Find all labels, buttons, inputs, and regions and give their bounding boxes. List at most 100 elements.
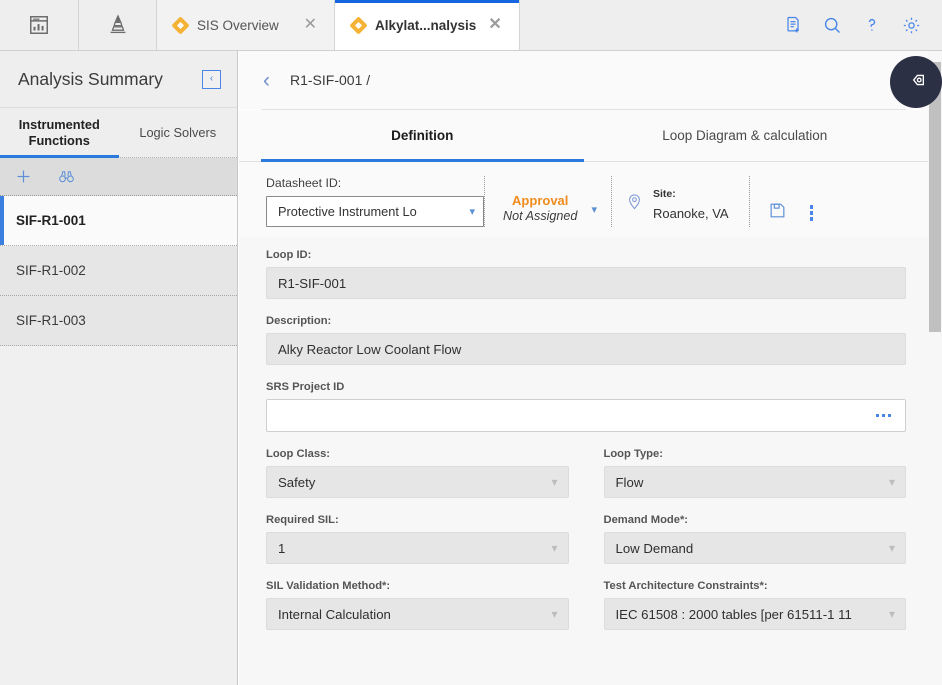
- list-item-label: SIF-R1-001: [16, 213, 86, 228]
- datasheet-actions: [750, 201, 821, 227]
- chevron-down-icon[interactable]: ▾: [585, 203, 597, 216]
- diamond-icon: [351, 18, 366, 33]
- chevron-down-icon: ▾: [469, 206, 475, 218]
- tab-label: Alkylat...nalysis: [375, 17, 477, 33]
- tab-label: Definition: [391, 128, 454, 143]
- dashboard-icon[interactable]: [0, 0, 79, 50]
- diamond-icon: [173, 18, 188, 33]
- sidebar-toolbar: [0, 158, 237, 196]
- field-row-validation-architecture: SIL Validation Method*: Internal Calcula…: [266, 580, 906, 646]
- field-row-class-type: Loop Class: Safety ▾ Loop Type: Flow ▾: [266, 448, 906, 514]
- form-fields: Loop ID: R1-SIF-001 Description: Alky Re…: [239, 237, 928, 646]
- approval-title: Approval: [512, 193, 569, 209]
- field-value: Alky Reactor Low Coolant Flow: [278, 341, 462, 357]
- close-icon[interactable]: ✕: [301, 15, 320, 35]
- sidebar-item-sif-r1-003[interactable]: SIF-R1-003: [0, 296, 237, 346]
- demand-mode-select[interactable]: Low Demand ▾: [603, 532, 906, 564]
- field-loop-type: Loop Type: Flow ▾: [603, 448, 906, 498]
- vertical-scrollbar[interactable]: [928, 51, 942, 685]
- sidebar-tab-logic-solvers[interactable]: Logic Solvers: [119, 108, 238, 157]
- search-icon[interactable]: [822, 15, 843, 36]
- sidebar-item-sif-r1-002[interactable]: SIF-R1-002: [0, 246, 237, 296]
- sidebar-tabs: Instrumented Functions Logic Solvers: [0, 108, 237, 158]
- site-value: Roanoke, VA: [652, 206, 729, 222]
- datasheet-toolbar: Datasheet ID: Protective Instrument Lo ▾…: [239, 162, 928, 237]
- loop-class-select[interactable]: Safety ▾: [266, 466, 569, 498]
- left-sidebar: Analysis Summary ‹ Instrumented Function…: [0, 51, 238, 685]
- tab-label: SIS Overview: [197, 17, 279, 33]
- chevron-down-icon: ▾: [888, 541, 895, 555]
- field-required-sil: Required SIL: 1 ▾: [266, 514, 569, 564]
- srs-project-id-input[interactable]: [266, 399, 906, 432]
- field-value: Internal Calculation: [278, 606, 391, 622]
- field-srs-project-id: SRS Project ID: [266, 381, 906, 432]
- approval-status: Not Assigned: [503, 209, 578, 224]
- datasheet-id-select[interactable]: Protective Instrument Lo ▾: [266, 196, 484, 227]
- datasheet-id-label: Datasheet ID:: [266, 176, 342, 190]
- loop-id-input[interactable]: R1-SIF-001: [266, 267, 906, 299]
- field-value: Flow: [615, 474, 644, 490]
- datasheet-id-group: Datasheet ID: Protective Instrument Lo ▾: [266, 176, 484, 227]
- loop-type-select[interactable]: Flow ▾: [603, 466, 906, 498]
- feedback-fab-button[interactable]: [890, 56, 942, 108]
- field-row-sil-demand: Required SIL: 1 ▾ Demand Mode*: Low Dema…: [266, 514, 906, 580]
- chevron-down-icon: ▾: [551, 475, 558, 489]
- field-label: Loop Type:: [603, 448, 663, 460]
- sidebar-tab-label: Logic Solvers: [139, 124, 217, 140]
- help-pointer-icon: [905, 69, 927, 96]
- site-label: Site:: [652, 188, 676, 201]
- sil-validation-method-select[interactable]: Internal Calculation ▾: [266, 598, 569, 630]
- close-icon[interactable]: ✕: [485, 15, 504, 35]
- list-item-label: SIF-R1-003: [16, 313, 86, 328]
- pyramid-icon[interactable]: [79, 0, 157, 50]
- field-loop-class: Loop Class: Safety ▾: [266, 448, 569, 498]
- field-demand-mode: Demand Mode*: Low Demand ▾: [603, 514, 906, 564]
- field-label: Description:: [266, 315, 332, 327]
- settings-icon[interactable]: [901, 15, 922, 36]
- definition-form: Datasheet ID: Protective Instrument Lo ▾…: [239, 162, 928, 685]
- binoculars-icon[interactable]: [57, 167, 76, 186]
- tab-definition[interactable]: Definition: [261, 110, 584, 162]
- chevron-down-icon: ▾: [551, 607, 558, 621]
- required-sil-select[interactable]: 1 ▾: [266, 532, 569, 564]
- field-test-architecture-constraints: Test Architecture Constraints*: IEC 6150…: [603, 580, 906, 630]
- sidebar-tab-label: Instrumented Functions: [18, 116, 100, 148]
- tab-label: Loop Diagram & calculation: [662, 128, 828, 143]
- field-label: Test Architecture Constraints*:: [603, 580, 768, 592]
- datasheet-more-menu-icon[interactable]: [807, 202, 817, 224]
- topbar-actions: [783, 0, 942, 50]
- tab-loop-diagram-calculation[interactable]: Loop Diagram & calculation: [584, 110, 907, 161]
- help-icon[interactable]: [862, 15, 882, 35]
- approval-status-group[interactable]: Approval Not Assigned ▾: [485, 193, 611, 227]
- chevron-down-icon: ▾: [888, 475, 895, 489]
- list-item-label: SIF-R1-002: [16, 263, 86, 278]
- sidebar-title: Analysis Summary: [18, 68, 163, 89]
- save-icon[interactable]: [768, 201, 787, 225]
- new-document-icon[interactable]: [783, 15, 803, 35]
- topbar-spacer: [519, 0, 783, 50]
- back-button[interactable]: ‹: [263, 70, 290, 91]
- breadcrumb: R1-SIF-001 /: [290, 72, 371, 88]
- site-group: Site: Roanoke, VA: [612, 183, 749, 227]
- main-content: ‹ R1-SIF-001 / Definition Loop Diagram &…: [239, 51, 928, 685]
- field-description: Description: Alky Reactor Low Coolant Fl…: [266, 315, 906, 365]
- chevron-down-icon: ▾: [551, 541, 558, 555]
- field-value: R1-SIF-001: [278, 275, 347, 291]
- test-architecture-constraints-select[interactable]: IEC 61508 : 2000 tables [per 61511-1 11 …: [603, 598, 906, 630]
- browser-tab-sis-overview[interactable]: SIS Overview ✕: [157, 0, 335, 50]
- field-label: Loop ID:: [266, 249, 312, 261]
- field-value: Low Demand: [615, 540, 694, 556]
- top-tab-bar: SIS Overview ✕ Alkylat...nalysis ✕: [0, 0, 942, 51]
- add-icon[interactable]: [14, 167, 33, 186]
- collapse-sidebar-button[interactable]: ‹: [202, 69, 221, 89]
- field-label: SIL Validation Method*:: [266, 580, 391, 592]
- browser-tab-alkylation-analysis[interactable]: Alkylat...nalysis ✕: [335, 0, 520, 50]
- description-input[interactable]: Alky Reactor Low Coolant Flow: [266, 333, 906, 365]
- sidebar-tab-instrumented-functions[interactable]: Instrumented Functions: [0, 108, 119, 158]
- sidebar-item-sif-r1-001[interactable]: SIF-R1-001: [0, 196, 237, 246]
- browse-ellipsis-icon[interactable]: [875, 413, 896, 418]
- content-tabs: Definition Loop Diagram & calculation: [239, 110, 928, 162]
- datasheet-id-value: Protective Instrument Lo: [278, 204, 417, 219]
- field-label: Loop Class:: [266, 448, 331, 460]
- field-value: IEC 61508 : 2000 tables [per 61511-1 11: [615, 606, 852, 622]
